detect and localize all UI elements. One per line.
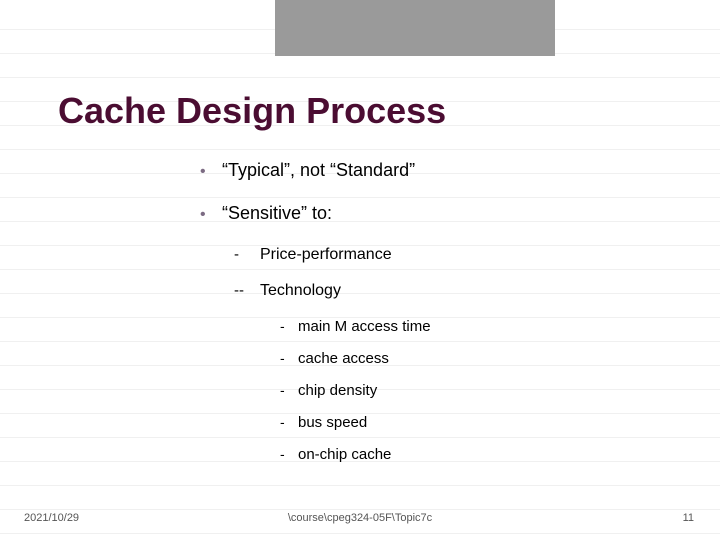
dash-icon: - <box>280 414 298 430</box>
dash-icon: - <box>234 246 260 263</box>
bullet-dot-icon: • <box>200 163 222 181</box>
dash-icon: -- <box>234 282 260 299</box>
bullet-level2: - Price-performance <box>234 246 680 264</box>
dash-icon: - <box>280 382 298 398</box>
decorative-top-block <box>275 0 555 56</box>
dash-icon: - <box>280 446 298 462</box>
bullet-text: Price-performance <box>260 246 392 264</box>
dash-icon: - <box>280 350 298 366</box>
bullet-text: main M access time <box>298 318 431 335</box>
bullet-text: cache access <box>298 350 389 367</box>
bullet-text: chip density <box>298 382 377 399</box>
bullet-level3: - on-chip cache <box>280 446 680 463</box>
bullet-level3: - cache access <box>280 350 680 367</box>
bullet-text: Technology <box>260 282 341 300</box>
bullet-dot-icon: • <box>200 206 222 224</box>
footer-path: \course\cpeg324-05F\Topic7c <box>0 512 720 524</box>
bullet-text: “Typical”, not “Standard” <box>222 160 415 181</box>
bullet-level3: - bus speed <box>280 414 680 431</box>
bullet-level3: - chip density <box>280 382 680 399</box>
dash-icon: - <box>280 318 298 334</box>
footer-page-number: 11 <box>683 512 694 524</box>
bullet-text: bus speed <box>298 414 367 431</box>
bullet-text: “Sensitive” to: <box>222 203 332 224</box>
bullet-level2: -- Technology <box>234 282 680 300</box>
sublist: - Price-performance -- Technology - main… <box>234 246 680 463</box>
bullet-level3: - main M access time <box>280 318 680 335</box>
bullet-text: on-chip cache <box>298 446 391 463</box>
slide-body: • “Typical”, not “Standard” • “Sensitive… <box>200 160 680 478</box>
bullet-level1: • “Typical”, not “Standard” <box>200 160 680 181</box>
bullet-level1: • “Sensitive” to: <box>200 203 680 224</box>
subsublist: - main M access time - cache access - ch… <box>280 318 680 463</box>
slide-title: Cache Design Process <box>58 90 446 132</box>
